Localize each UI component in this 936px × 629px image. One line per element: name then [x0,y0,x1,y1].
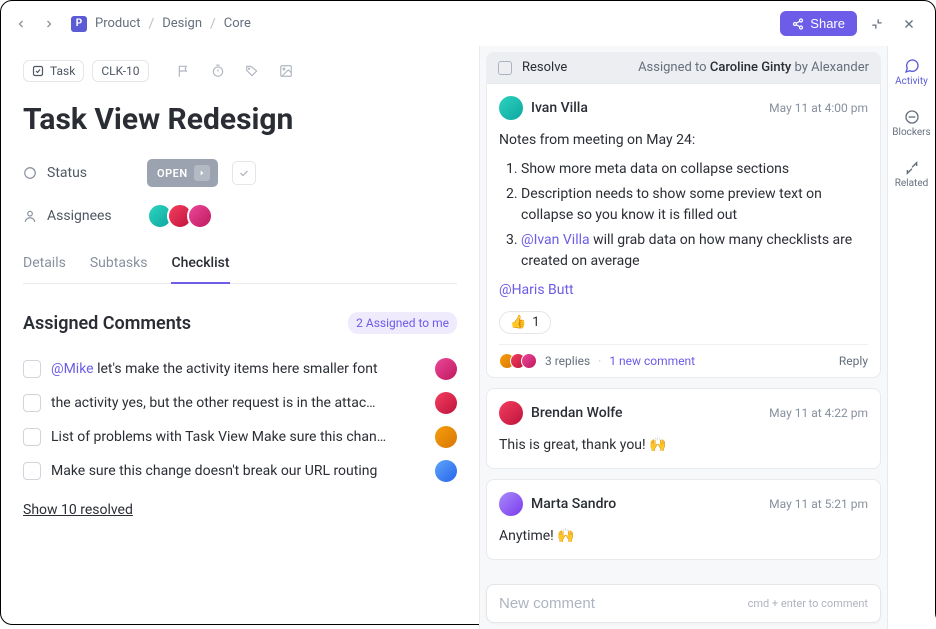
reaction-count: 1 [532,315,539,330]
assigned-comment-row[interactable]: the activity yes, but the other request … [23,386,457,420]
comment-body: This is great, thank you! 🙌 [499,435,868,456]
thread-main-comment: Ivan Villa May 11 at 4:00 pm Notes from … [486,83,881,378]
reaction-pill[interactable]: 👍 1 [499,311,551,334]
show-resolved-link[interactable]: Show 10 resolved [23,502,133,518]
task-type-label: Task [50,64,75,78]
resolve-label[interactable]: Resolve [522,60,567,75]
comment-body: Anytime! 🙌 [499,526,868,547]
breadcrumb-item[interactable]: Core [224,16,251,31]
avatar[interactable] [435,392,457,414]
assigned-comment-row[interactable]: Make sure this change doesn't break our … [23,454,457,488]
comment-body: Notes from meeting on May 24: Show more … [499,130,868,301]
task-pane: Task CLK-10 Task View Redesign Status OP… [1,46,479,629]
nav-back[interactable] [11,14,31,34]
task-tabs: Details Subtasks Checklist [23,245,457,284]
rail-activity[interactable]: Activity [888,54,935,91]
tab-checklist[interactable]: Checklist [171,245,229,283]
share-icon [792,18,804,30]
topbar: P Product / Design / Core Share [1,1,935,46]
thread-reply: Marta Sandro May 11 at 5:21 pm Anytime! 🙌 [486,479,881,560]
right-rail: Activity Blockers Related [887,46,935,629]
avatar[interactable] [499,492,523,516]
comment-checkbox[interactable] [23,360,41,378]
assignee-avatars[interactable] [147,203,213,229]
assigned-comments-title: Assigned Comments [23,313,191,334]
tab-details[interactable]: Details [23,245,66,283]
comment-composer[interactable]: cmd + enter to comment [486,584,881,623]
breadcrumb-sep: / [210,16,216,32]
comment-text: @Mike let's make the activity items here… [51,361,425,377]
person-icon [23,209,39,223]
comment-input[interactable] [499,595,748,612]
blocker-icon [904,109,920,125]
avatar [521,353,537,369]
status-value: OPEN [157,167,188,180]
comment-text: List of problems with Task View Make sur… [51,429,425,445]
mention[interactable]: @Haris Butt [499,282,574,298]
task-title[interactable]: Task View Redesign [23,102,457,137]
nav-forward[interactable] [39,14,59,34]
comment-time: May 11 at 4:22 pm [769,406,868,420]
stopwatch-icon[interactable] [205,58,231,84]
chat-icon [904,58,920,74]
share-button[interactable]: Share [780,11,857,36]
avatar[interactable] [499,401,523,425]
comment-checkbox[interactable] [23,428,41,446]
thumbs-up-icon: 👍 [510,315,526,330]
reply-button[interactable]: Reply [839,354,868,368]
mention[interactable]: @Mike [51,361,94,377]
close-button[interactable] [897,12,921,36]
comment-checkbox[interactable] [23,462,41,480]
comment-time: May 11 at 5:21 pm [769,497,868,511]
avatar[interactable] [435,358,457,380]
task-type-pill[interactable]: Task [23,60,84,82]
activity-column: Resolve Assigned to Caroline Ginty by Al… [480,46,887,629]
replies-count[interactable]: 3 replies [545,354,590,368]
tag-icon[interactable] [239,58,265,84]
thread-assigned-to: Assigned to Caroline Ginty by Alexander [638,60,869,75]
related-icon [904,160,920,176]
comment-text: the activity yes, but the other request … [51,395,425,411]
new-comment-link[interactable]: 1 new comment [609,354,695,368]
assigned-comment-row[interactable]: @Mike let's make the activity items here… [23,352,457,386]
tab-subtasks[interactable]: Subtasks [90,245,148,283]
avatar[interactable] [435,460,457,482]
rail-blockers[interactable]: Blockers [888,105,935,142]
assigned-comments-list: @Mike let's make the activity items here… [23,352,457,488]
status-pill[interactable]: OPEN [147,159,218,187]
breadcrumb-item[interactable]: Product [95,16,140,31]
comment-author[interactable]: Ivan Villa [531,100,588,116]
mark-complete-button[interactable] [232,161,256,185]
task-id-pill[interactable]: CLK-10 [92,60,148,82]
share-label: Share [810,16,845,31]
space-badge: P [71,16,87,32]
status-next-icon[interactable] [194,165,210,181]
assigned-comment-row[interactable]: List of problems with Task View Make sur… [23,420,457,454]
thread-footer: 3 replies · 1 new comment Reply [499,344,868,369]
thread-reply: Brendan Wolfe May 11 at 4:22 pm This is gr… [486,388,881,469]
comment-time: May 11 at 4:00 pm [769,101,868,115]
breadcrumb-item[interactable]: Design [162,16,202,31]
assigned-to-me-badge[interactable]: 2 Assigned to me [348,312,457,334]
comment-checkbox[interactable] [23,394,41,412]
avatar[interactable] [499,96,523,120]
comment-text: Make sure this change doesn't break our … [51,463,425,479]
minimize-button[interactable] [865,12,889,36]
resolve-checkbox[interactable] [498,61,512,75]
breadcrumb-sep: / [148,16,154,32]
status-field-label: Status [23,165,133,181]
flag-icon[interactable] [171,58,197,84]
composer-hint: cmd + enter to comment [748,597,868,610]
status-icon [23,166,39,180]
comment-author[interactable]: Brendan Wolfe [531,405,623,421]
thread-header: Resolve Assigned to Caroline Ginty by Al… [486,52,881,83]
rail-related[interactable]: Related [888,156,935,193]
comment-author[interactable]: Marta Sandro [531,496,616,512]
image-icon[interactable] [273,58,299,84]
avatar[interactable] [435,426,457,448]
mention[interactable]: @Ivan Villa [521,232,590,248]
check-square-icon [32,65,44,77]
assignees-field-label: Assignees [23,208,133,224]
avatar[interactable] [187,203,213,229]
